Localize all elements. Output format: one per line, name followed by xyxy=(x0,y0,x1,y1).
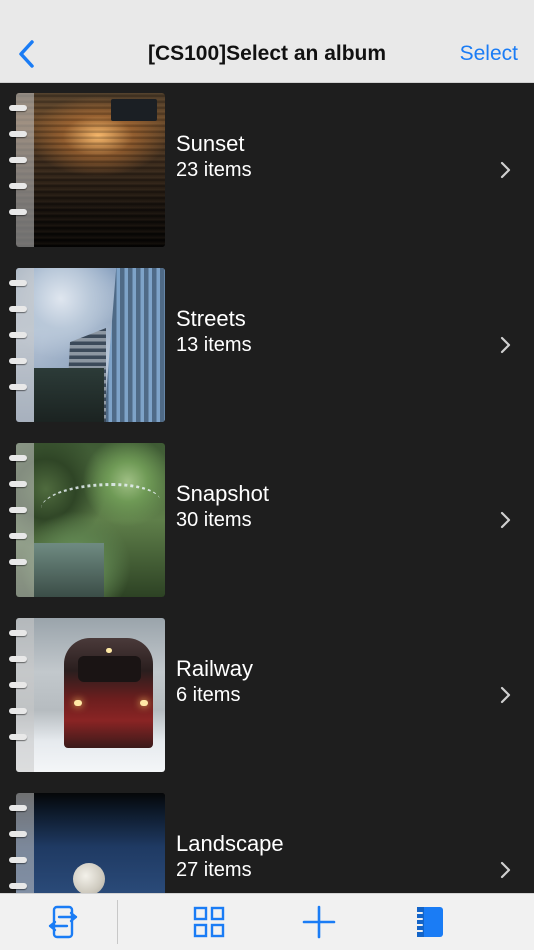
album-count: 6 items xyxy=(176,684,241,706)
select-button[interactable]: Select xyxy=(460,42,518,66)
chevron-right-icon xyxy=(500,336,511,354)
spiral-binding-icon xyxy=(9,105,29,225)
album-row-snapshot[interactable]: Snapshot 30 items xyxy=(0,433,534,608)
transfer-button[interactable] xyxy=(41,900,85,944)
chevron-right-icon xyxy=(500,161,511,179)
album-thumbnail xyxy=(16,793,165,893)
album-thumbnail xyxy=(16,618,165,772)
navigation-bar: [CS100]Select an album Select xyxy=(0,0,534,83)
toolbar-divider xyxy=(117,900,118,944)
page-title: [CS100]Select an album xyxy=(147,42,387,65)
chevron-right-icon xyxy=(500,511,511,529)
album-name: Snapshot xyxy=(176,481,269,506)
transfer-icon xyxy=(48,905,78,939)
album-row-railway[interactable]: Railway 6 items xyxy=(0,608,534,783)
chevron-right-icon xyxy=(500,861,511,879)
album-row-landscape[interactable]: Landscape 27 items xyxy=(0,783,534,893)
spiral-binding-icon xyxy=(9,630,29,750)
album-button[interactable] xyxy=(408,900,452,944)
album-count: 13 items xyxy=(176,334,252,356)
plus-icon xyxy=(302,905,336,939)
chevron-right-icon xyxy=(500,686,511,704)
spiral-binding-icon xyxy=(9,805,29,893)
album-thumbnail xyxy=(16,268,165,422)
album-name: Streets xyxy=(176,306,246,331)
album-name: Sunset xyxy=(176,131,245,156)
spiral-binding-icon xyxy=(9,280,29,400)
album-name: Landscape xyxy=(176,831,284,856)
spiral-binding-icon xyxy=(9,455,29,575)
album-row-sunset[interactable]: Sunset 23 items xyxy=(0,83,534,258)
album-icon xyxy=(414,907,443,937)
album-thumbnail xyxy=(16,443,165,597)
album-list: Sunset 23 items Streets 13 items Snapsho… xyxy=(0,83,534,893)
album-row-streets[interactable]: Streets 13 items xyxy=(0,258,534,433)
album-count: 30 items xyxy=(176,509,252,531)
grid-view-button[interactable] xyxy=(187,900,231,944)
album-thumbnail xyxy=(16,93,165,247)
album-name: Railway xyxy=(176,656,254,681)
grid-icon xyxy=(193,906,225,938)
album-count: 27 items xyxy=(176,859,252,881)
album-count: 23 items xyxy=(176,159,252,181)
add-album-button[interactable] xyxy=(297,900,341,944)
bottom-toolbar xyxy=(0,893,534,950)
